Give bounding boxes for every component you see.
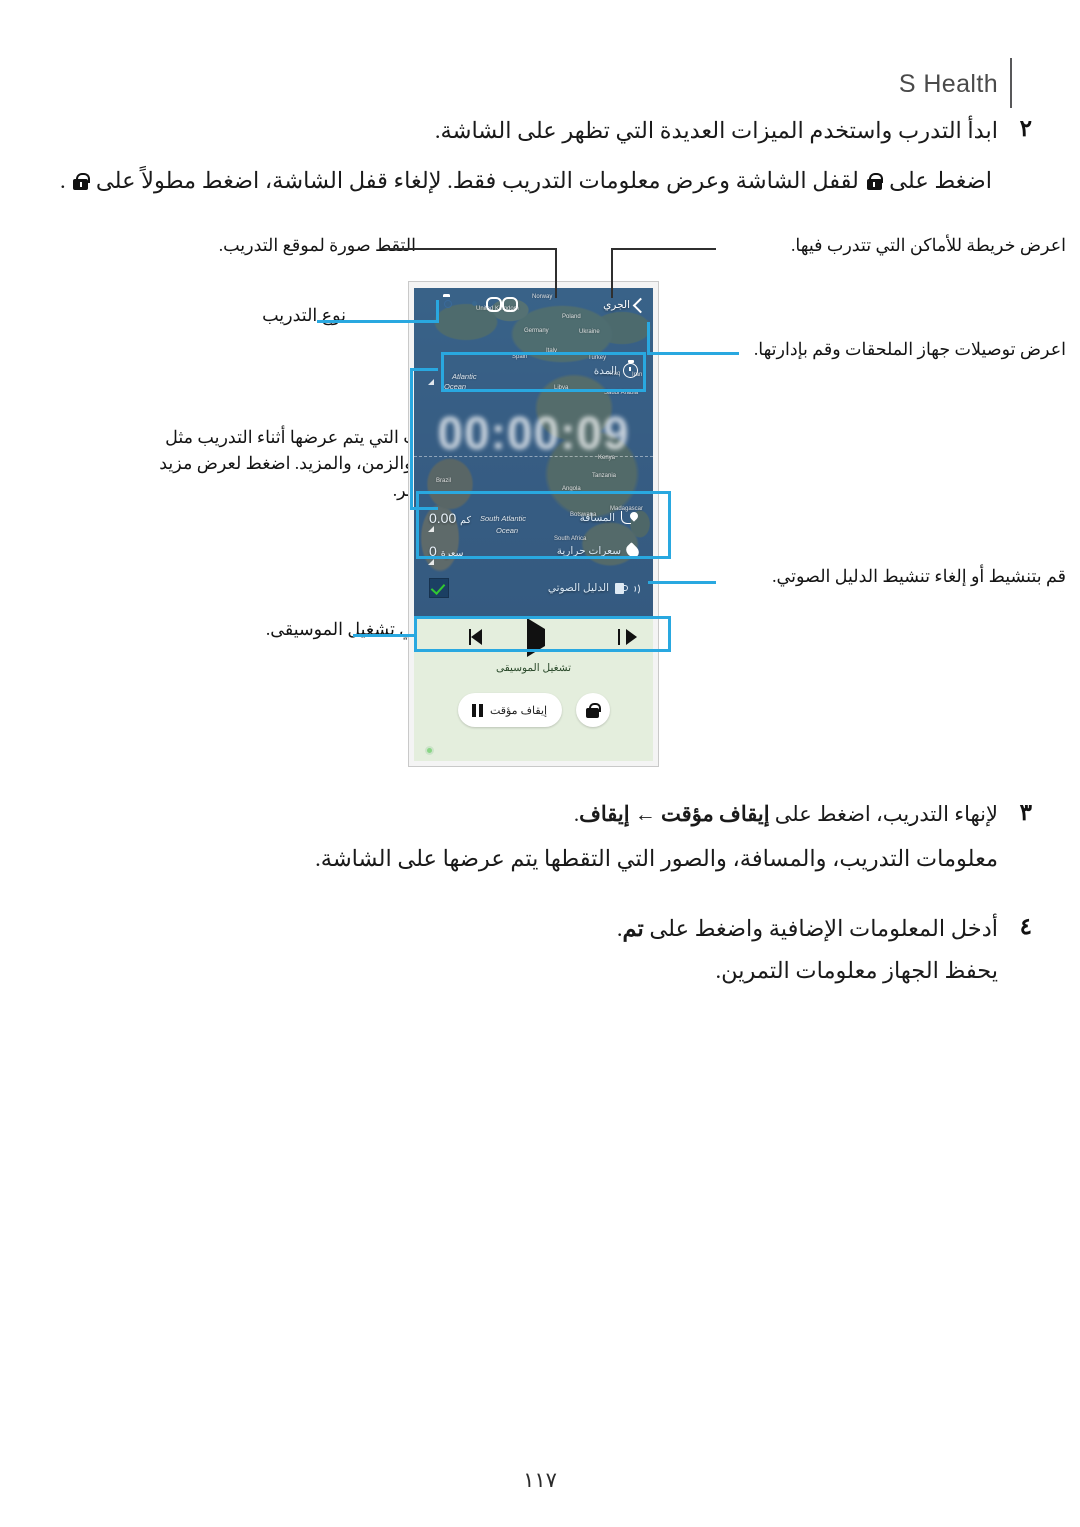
manual-page: S Health ٢ ابدأ التدرب واستخدم الميزات ا… (0, 0, 1080, 1527)
top-icon-group (421, 297, 502, 314)
lock-icon (73, 173, 90, 190)
step-2-line-2: اضغط على لقفل الشاشة وعرض معلومات التدري… (60, 168, 992, 194)
page-header: S Health (0, 34, 1080, 108)
callout-voice-guide: قم بتنشيط أو إلغاء تنشيط الدليل الصوتي. (772, 566, 1066, 586)
pause-icon (471, 703, 483, 717)
nav-hint: ‎ (420, 746, 434, 755)
connector-music-control (353, 634, 415, 637)
connector-map-view-vert (611, 248, 613, 298)
step-2-text-c: . (60, 168, 66, 193)
step-3-arrow: ← (634, 802, 656, 826)
connector-info-top (410, 368, 438, 371)
step-4-line-2: يحفظ الجهاز معلومات التمرين. (715, 958, 998, 983)
lock-screen-button[interactable] (575, 693, 610, 727)
step-3-line-1: لإنهاء التدريب، اضغط على إيقاف مؤقت ← إي… (518, 802, 998, 827)
voice-guide-checkbox[interactable] (429, 578, 449, 598)
callout-accessories: اعرض توصيلات جهاز الملحقات وقم بإدارتها. (753, 339, 1066, 359)
highlight-music-controls (414, 616, 671, 652)
map-place-label: Ukraine (579, 329, 600, 335)
voice-guide-label: الدليل الصوتي (547, 582, 609, 594)
connector-workout-type (317, 320, 439, 323)
voice-guide-left: الدليل الصوتي (547, 582, 640, 595)
workout-timer: 00:00:09 (437, 407, 630, 459)
chevron-left-icon (632, 297, 649, 313)
app-top-bar: الجري (414, 288, 653, 322)
voice-guide-row[interactable]: الدليل الصوتي (422, 574, 645, 602)
workout-type-label: الجري (603, 299, 630, 311)
page-title: S Health (898, 70, 998, 98)
step-3-bold-stop: إيقاف (579, 802, 630, 826)
connector-map-view (611, 248, 716, 250)
callout-map-view: اعرض خريطة للأماكن التي تتدرب فيها. (791, 235, 1066, 255)
connector-capture-photo-vert (555, 248, 557, 298)
step-4-text-a: أدخل المعلومات الإضافية واضغط على (649, 916, 998, 941)
step-3-number: ٣ (1019, 800, 1032, 825)
callout-workout-type: نوع التدريب (262, 305, 346, 325)
map-place-label: Tanzania (592, 473, 617, 479)
step-4-line-1: أدخل المعلومات الإضافية واضغط على تم. (617, 916, 998, 942)
highlight-duration (441, 352, 646, 392)
connector-voice-guide (648, 581, 716, 584)
speaker-icon (615, 582, 628, 594)
connector-accessories-vert (647, 322, 650, 355)
connector-workout-type-vert (436, 300, 439, 323)
connector-capture-photo (382, 248, 557, 250)
highlight-stats (416, 491, 671, 559)
pause-button-label: إيقاف مؤقت (489, 704, 548, 717)
page-number: ١١٧ (523, 1468, 557, 1492)
lock-icon (866, 173, 884, 190)
expand-corner-icon (428, 559, 434, 565)
location-pin-icon[interactable] (453, 297, 470, 314)
sound-waves-icon (630, 582, 640, 595)
expand-corner-icon (428, 379, 434, 385)
connector-accessories (647, 352, 739, 355)
link-icon[interactable] (485, 297, 502, 314)
step-3-bold-pause: إيقاف مؤقت (661, 802, 770, 826)
step-2-line-1: ابدأ التدرب واستخدم الميزات العديدة التي… (434, 118, 998, 143)
callout-capture-photo: التقط صورة لموقع التدريب. (218, 235, 416, 255)
step-2-number: ٢ (1019, 116, 1032, 141)
step-4-number: ٤ (1019, 914, 1032, 939)
step-4-bold-done: تم (622, 916, 644, 941)
step-2-text-b: لقفل الشاشة وعرض معلومات التدريب فقط. لإ… (95, 168, 859, 193)
connector-info-vert (410, 368, 413, 510)
pause-button[interactable]: إيقاف مؤقت (457, 693, 562, 727)
step-3-line-2: معلومات التدريب، والمسافة، والصور التي ا… (315, 846, 998, 871)
map-place-label: Germany (524, 328, 549, 334)
map-place-label: Brazil (436, 478, 452, 484)
music-caption: تشغيل الموسيقى (495, 662, 572, 674)
step-3-text-a: لإنهاء التدريب، اضغط على (774, 802, 998, 826)
step-2-text-a: اضغط على (889, 168, 992, 193)
back-button[interactable]: الجري (603, 297, 649, 313)
header-divider (1010, 58, 1012, 108)
status-dot-icon (425, 746, 434, 755)
action-row: إيقاف مؤقت (414, 690, 653, 730)
